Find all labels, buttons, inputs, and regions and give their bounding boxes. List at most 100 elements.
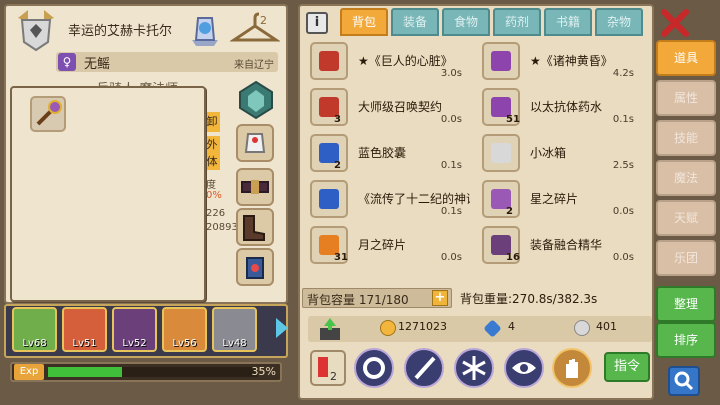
class-emblem-icon <box>18 10 54 52</box>
ring-skill-icon <box>363 357 385 379</box>
skill-slot-2[interactable] <box>404 348 444 388</box>
status-tag-secondary: 外体 <box>204 136 220 170</box>
belt-icon <box>241 180 269 194</box>
stat-value: 226 <box>206 208 226 219</box>
side-tab-4[interactable]: 天赋 <box>656 200 716 236</box>
inventory-item[interactable]: ★《诸神黄昏》 4.2s <box>474 42 644 82</box>
hero-portrait[interactable]: Lv68 <box>12 307 57 352</box>
hero-level: Lv52 <box>122 338 147 349</box>
hero-portrait[interactable]: Lv52 <box>112 307 157 352</box>
item-name: 月之碎片 <box>358 238 407 252</box>
close-icon[interactable] <box>660 8 690 38</box>
tab-4[interactable]: 书籍 <box>544 8 592 36</box>
equip-slot-accessory[interactable] <box>236 248 274 286</box>
item-cooldown: 0.1s <box>612 114 634 125</box>
info-button[interactable]: i <box>306 12 328 34</box>
search-icon <box>674 371 694 391</box>
origin-label: 来自辽宁 <box>234 60 274 71</box>
side-tab-2[interactable]: 技能 <box>656 120 716 156</box>
tab-2[interactable]: 食物 <box>442 8 490 36</box>
hero-level: Lv51 <box>72 338 97 349</box>
capacity-text: 背包容量 171/180 <box>307 293 409 307</box>
organize-button[interactable]: 整理 <box>656 286 716 322</box>
side-tab-3[interactable]: 魔法 <box>656 160 716 196</box>
inventory-item[interactable]: 《流传了十二纪的神话》0.1s <box>302 180 472 220</box>
hero-portrait[interactable]: Lv56 <box>162 307 207 352</box>
side-tab-1[interactable]: 属性 <box>656 80 716 116</box>
contract-icon <box>310 88 348 126</box>
character-name: 幸运的艾赫卡托尔 <box>68 24 173 39</box>
hand-skill-icon <box>566 359 578 378</box>
bag-capacity: 背包容量 171/180 + <box>302 288 452 308</box>
lantern-icon <box>246 257 264 279</box>
item-name: 《流传了十二纪的神话》 <box>358 192 470 206</box>
command-button[interactable]: 指令 <box>604 352 650 382</box>
item-tooltip-card <box>10 86 206 302</box>
currency-bar: 1271023 4 401 <box>308 316 652 342</box>
hero-level: Lv56 <box>172 338 197 349</box>
equip-slot-belt[interactable] <box>236 168 274 206</box>
inventory-item[interactable]: 小冰箱 2.5s <box>474 134 644 174</box>
wardrobe-hanger-icon[interactable]: 2 <box>230 10 280 48</box>
inventory-item[interactable]: 2 蓝色胶囊 0.1s <box>302 134 472 174</box>
side-tab-5[interactable]: 乐团 <box>656 240 716 276</box>
inventory-item[interactable]: 51 以太抗体药水 0.1s <box>474 88 644 128</box>
skill-slot-4[interactable] <box>504 348 544 388</box>
gem-icon <box>483 319 502 338</box>
hero-portrait[interactable]: Lv48 <box>212 307 257 352</box>
inventory-item[interactable]: 3 大师级召唤契约 0.0s <box>302 88 472 128</box>
inventory-item[interactable]: 16 装备融合精华 0.0s <box>474 226 644 266</box>
item-name: 蓝色胶囊 <box>358 146 407 160</box>
expand-capacity-button[interactable]: + <box>432 290 448 306</box>
item-count: 16 <box>506 252 520 263</box>
gender-female-icon: ♀ <box>58 53 76 71</box>
tab-1[interactable]: 装备 <box>391 8 439 36</box>
eye-skill-icon <box>512 362 536 374</box>
guild-row[interactable]: ♀ 无鳐 来自辽宁 <box>56 52 278 72</box>
inventory-item[interactable]: 2 星之碎片 0.0s <box>474 180 644 220</box>
roster-next-arrow-icon[interactable] <box>276 318 288 338</box>
item-cooldown: 2.5s <box>612 160 634 171</box>
item-count: 31 <box>334 252 348 263</box>
item-count: 3 <box>334 114 341 125</box>
stat-percent: 0% <box>206 190 222 201</box>
skill-slot-3[interactable] <box>454 348 494 388</box>
tab-3[interactable]: 药剂 <box>493 8 541 36</box>
quickslot-switch-icon[interactable]: 2 <box>310 350 346 386</box>
sword-icon <box>482 42 520 80</box>
item-cooldown: 0.0s <box>440 252 462 263</box>
staff-icon <box>30 96 66 132</box>
item-cooldown: 3.0s <box>440 68 462 79</box>
silver-amount: 401 <box>596 320 617 333</box>
inventory-item[interactable]: ★《巨人的心脏》 3.0s <box>302 42 472 82</box>
tab-0[interactable]: 背包 <box>340 8 388 36</box>
tab-5[interactable]: 杂物 <box>595 8 643 36</box>
equip-slot-gloves[interactable] <box>236 124 274 162</box>
silver-coin-icon <box>574 320 590 336</box>
inventory-arrow-icon[interactable] <box>316 316 344 342</box>
stat-label: 度 <box>206 180 216 191</box>
skill-slot-5[interactable] <box>552 348 592 388</box>
snowflake-skill-icon <box>462 356 486 380</box>
item-name: ★《诸神黄昏》 <box>530 54 613 68</box>
guild-banner-icon[interactable] <box>186 10 224 48</box>
inventory-item-list: ★《巨人的心脏》 3.0s ★《诸神黄昏》 4.2s 3 大师级召唤契约 0.0s 51 以太抗… <box>302 40 652 276</box>
equip-slot-boots[interactable] <box>236 208 274 246</box>
sort-button[interactable]: 排序 <box>656 322 716 358</box>
gem-amulet-icon[interactable] <box>236 80 276 120</box>
hero-level: Lv68 <box>22 338 47 349</box>
hero-portrait[interactable]: Lv51 <box>62 307 107 352</box>
skill-slot-1[interactable] <box>354 348 394 388</box>
status-tag: 卸 <box>204 112 220 132</box>
stat-value-2: 20893 <box>206 222 238 233</box>
item-cooldown: 0.0s <box>612 206 634 217</box>
armor-icon <box>310 42 348 80</box>
item-name: 装备融合精华 <box>530 238 603 252</box>
exp-percent: 35% <box>251 365 276 378</box>
boots-icon <box>243 215 265 241</box>
side-tab-0[interactable]: 道具 <box>656 40 716 76</box>
inventory-item[interactable]: 31 月之碎片 0.0s <box>302 226 472 266</box>
item-cooldown: 0.0s <box>440 114 462 125</box>
item-name: 大师级召唤契约 <box>358 100 443 114</box>
search-button[interactable] <box>668 366 700 396</box>
